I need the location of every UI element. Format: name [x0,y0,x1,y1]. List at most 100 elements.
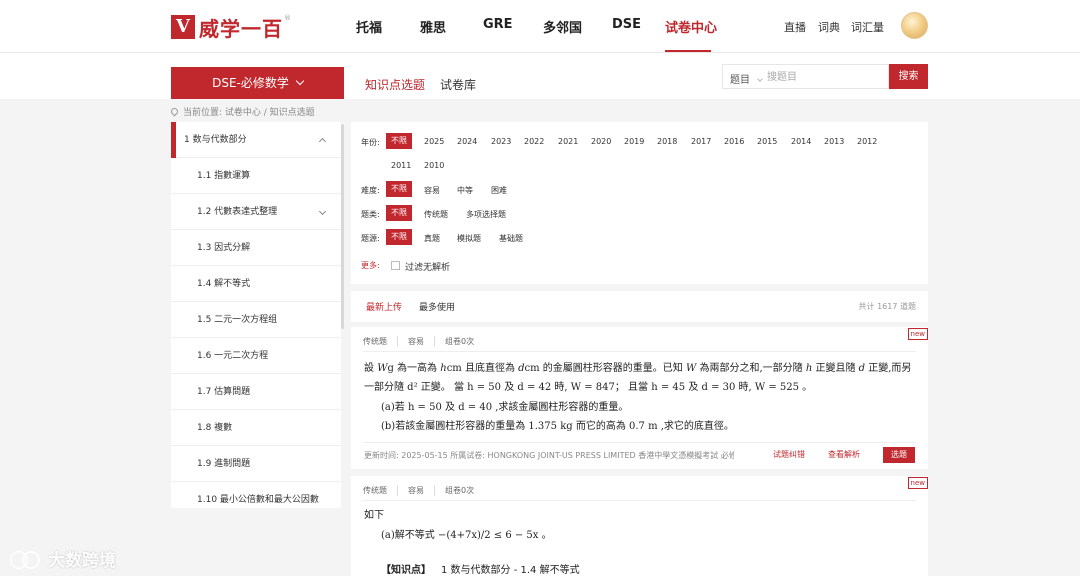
tab-paper-library[interactable]: 试卷库 [440,76,476,93]
question-type: 传统题 [363,336,398,347]
select-question-button[interactable]: 选题 [883,447,915,463]
year-option[interactable]: 2025 [424,137,444,146]
difficulty-option-hard[interactable]: 困难 [491,185,507,196]
question-usage: 组卷0次 [445,486,475,495]
search-input[interactable] [767,68,885,86]
breadcrumb-text: 当前位置: 试卷中心 / 知识点选题 [183,108,315,118]
type-label: 题类: [361,210,380,219]
link-vocabulary[interactable]: 词汇量 [851,19,884,35]
source-option-basic[interactable]: 基础题 [499,233,523,244]
nav-dse[interactable]: DSE [612,17,641,32]
question-meta: 传统题 容易 组卷0次 [363,485,484,496]
nav-ielts[interactable]: 雅思 [420,17,446,36]
source-label: 题源: [361,234,380,243]
search-box: 题目 [722,64,889,89]
link-dictionary[interactable]: 词典 [818,19,840,35]
year-option[interactable]: 2011 [391,161,411,170]
question-card: 传统题 容易 组卷0次 new 設 Wg 為一高為 hcm 且底直徑為 dcm … [351,327,928,469]
site-logo[interactable]: V 威学一百 ® [171,14,291,41]
search-button[interactable]: 搜索 [889,64,928,89]
watermark: 大数跨境 [10,546,116,571]
type-option-traditional[interactable]: 传统题 [424,209,448,220]
year-option[interactable]: 2024 [457,137,477,146]
year-option[interactable]: 2021 [558,137,578,146]
sidebar-scrollbar[interactable] [341,124,344,329]
sidebar-item-linear-system[interactable]: 1.5 二元一次方程组 [171,302,341,338]
sidebar-item-quadratic[interactable]: 1.6 一元二次方程 [171,338,341,374]
year-option[interactable]: 2012 [857,137,877,146]
sort-bar: 最新上传 最多使用 共计 1617 道题 [351,291,928,322]
view-solution-link[interactable]: 查看解析 [828,449,860,460]
divider [363,500,916,501]
year-option[interactable]: 2017 [691,137,711,146]
sub-navbar: DSE-必修数学 知识点选题 试卷库 题目 搜索 [0,53,1080,99]
type-option-multiple-choice[interactable]: 多项选择题 [466,209,506,220]
question-footer-info: 更新时间: 2025-05-15 所属试卷: HONGKONG JOINT-US… [364,451,734,460]
location-pin-icon [169,106,180,117]
sidebar-item-complex[interactable]: 1.8 複數 [171,410,341,446]
link-live[interactable]: 直播 [784,19,806,35]
year-option[interactable]: 2018 [657,137,677,146]
chevron-up-icon [318,137,327,146]
divider [363,351,916,352]
knowledge-point: 【知识点】 1 数与代数部分 - 1.4 解不等式 [381,565,580,576]
year-option[interactable]: 2010 [424,161,444,170]
sidebar-item-lcm-gcd[interactable]: 1.10 最小公倍數和最大公因數 [171,482,341,508]
year-option[interactable]: 2019 [624,137,644,146]
sidebar-item-exponent[interactable]: 1.1 指數運算 [171,158,341,194]
year-option[interactable]: 2013 [824,137,844,146]
more-label: 更多: [361,261,380,270]
subject-dropdown[interactable]: DSE-必修数学 [171,67,344,99]
source-option-any[interactable]: 不限 [386,229,412,245]
total-count: 共计 1617 道题 [858,302,916,311]
difficulty-option-any[interactable]: 不限 [386,181,412,197]
source-option-mock[interactable]: 模拟题 [457,233,481,244]
year-option[interactable]: 2014 [791,137,811,146]
year-option[interactable]: 2023 [491,137,511,146]
subject-label: DSE-必修数学 [212,76,289,90]
nav-toefl[interactable]: 托福 [356,17,382,36]
avatar[interactable] [901,12,928,39]
nav-gre[interactable]: GRE [483,17,513,32]
sidebar-item-factorization[interactable]: 1.3 因式分解 [171,230,341,266]
search-type-select[interactable]: 题目 [730,71,763,86]
question-part-a: (a)若 h = 50 及 d = 40 ,求該金屬圓柱形容器的重量。 [381,402,629,413]
nav-duolingo[interactable]: 多邻国 [543,17,582,36]
sidebar-item-estimation[interactable]: 1.7 估算問題 [171,374,341,410]
filter-no-solution-checkbox[interactable] [391,261,400,270]
year-option[interactable]: 2022 [524,137,544,146]
registered-mark: ® [284,14,291,22]
year-option-any[interactable]: 不限 [386,133,412,149]
source-option-real[interactable]: 真题 [424,233,440,244]
knowledge-sidebar: 1 数与代数部分 1.1 指數運算 1.2 代數表達式整理 1.3 因式分解 1… [171,122,341,508]
year-option[interactable]: 2020 [591,137,611,146]
sidebar-item-algebra[interactable]: 1 数与代数部分 [171,122,341,158]
chevron-down-icon [318,207,327,216]
year-option[interactable]: 2015 [757,137,777,146]
sidebar-item-algebraic-expression[interactable]: 1.2 代數表達式整理 [171,194,341,230]
watermark-logo-icon [10,549,42,569]
sidebar-item-inequality[interactable]: 1.4 解不等式 [171,266,341,302]
type-option-any[interactable]: 不限 [386,205,412,221]
logo-text: 威学一百 [199,16,283,41]
chevron-down-icon [295,76,305,86]
report-error-link[interactable]: 试题纠错 [773,449,805,460]
difficulty-option-medium[interactable]: 中等 [457,185,473,196]
nav-exam-center[interactable]: 试卷中心 [665,17,717,36]
question-part-a: (a)解不等式 −(4+7x)/2 ≤ 6 − 5x 。 [381,530,552,541]
chevron-down-icon [757,76,763,82]
tab-knowledge-point[interactable]: 知识点选题 [365,76,425,93]
new-badge: new [907,477,928,489]
sidebar-item-number-base[interactable]: 1.9 進制問題 [171,446,341,482]
sort-most-used[interactable]: 最多使用 [419,300,455,313]
year-option[interactable]: 2016 [724,137,744,146]
difficulty-option-easy[interactable]: 容易 [424,185,440,196]
logo-mark: V [171,15,195,39]
question-text-line-2: 一部分隨 d² 正變。 當 h = 50 及 d = 42 時, W = 847… [364,382,813,393]
filter-panel: 年份: 不限 2025 2024 2023 2022 2021 2020 201… [351,122,928,284]
question-usage: 组卷0次 [445,337,475,346]
year-label: 年份: [361,138,380,147]
sort-latest[interactable]: 最新上传 [366,300,402,313]
filter-no-solution-label[interactable]: 过滤无解析 [405,260,450,273]
question-difficulty: 容易 [398,336,435,347]
